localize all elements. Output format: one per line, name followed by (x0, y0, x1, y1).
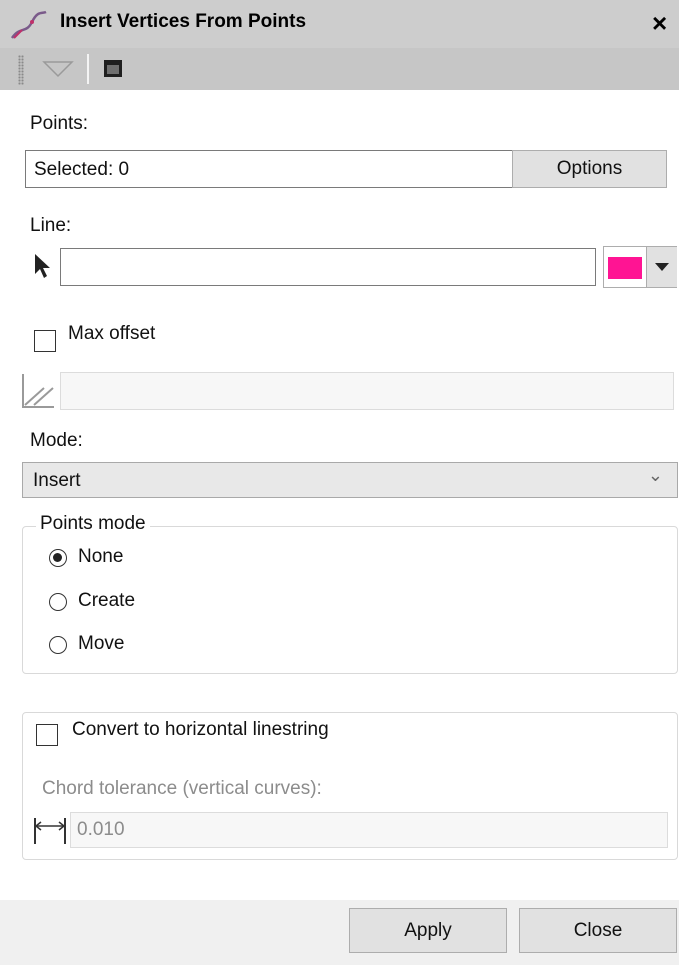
line-color-swatch (608, 257, 642, 279)
toolbar-separator (87, 54, 89, 84)
close-button[interactable]: Close (519, 908, 677, 953)
line-label: Line: (30, 215, 72, 236)
options-button[interactable]: Options (512, 150, 667, 188)
offset-angle-icon (20, 372, 56, 410)
radio-none-label: None (78, 546, 124, 567)
mode-select-value: Insert (33, 470, 81, 491)
apply-button[interactable]: Apply (349, 908, 507, 953)
chord-tolerance-value: 0.010 (77, 819, 125, 840)
width-measure-icon (32, 814, 68, 848)
radio-move-label: Move (78, 633, 125, 654)
line-input[interactable] (60, 248, 596, 286)
convert-horizontal-label: Convert to horizontal linestring (72, 719, 329, 740)
app-logo-icon (10, 8, 50, 42)
mode-select[interactable]: Insert ⌄ (22, 462, 678, 498)
radio-create[interactable] (49, 593, 67, 611)
color-dropdown-button[interactable] (646, 247, 677, 287)
points-label: Points: (30, 113, 89, 134)
triangle-down-icon[interactable] (40, 58, 76, 80)
chord-tolerance-input[interactable]: 0.010 (70, 812, 668, 848)
chevron-down-icon (655, 263, 669, 271)
terminal-window-icon[interactable] (102, 58, 126, 80)
line-color-picker[interactable] (603, 246, 677, 288)
close-icon[interactable]: × (652, 8, 667, 39)
mode-label: Mode: (30, 430, 83, 451)
radio-selected-dot (53, 553, 62, 562)
radio-move[interactable] (49, 636, 67, 654)
points-selected-field[interactable]: Selected: 0 (25, 150, 513, 188)
points-mode-legend: Points mode (36, 513, 150, 535)
radio-create-label: Create (78, 590, 136, 611)
pick-cursor-icon[interactable] (32, 252, 54, 282)
points-selected-value: Selected: 0 (34, 159, 130, 180)
radio-none[interactable] (49, 549, 67, 567)
max-offset-input[interactable] (60, 372, 674, 410)
chord-tolerance-label: Chord tolerance (vertical curves): (42, 778, 322, 799)
window-title: Insert Vertices From Points (60, 11, 307, 32)
toolbar-grip[interactable] (18, 55, 24, 85)
chevron-down-icon: ⌄ (647, 465, 663, 485)
max-offset-label: Max offset (68, 323, 156, 344)
convert-horizontal-checkbox[interactable] (36, 724, 58, 746)
max-offset-checkbox[interactable] (34, 330, 56, 352)
